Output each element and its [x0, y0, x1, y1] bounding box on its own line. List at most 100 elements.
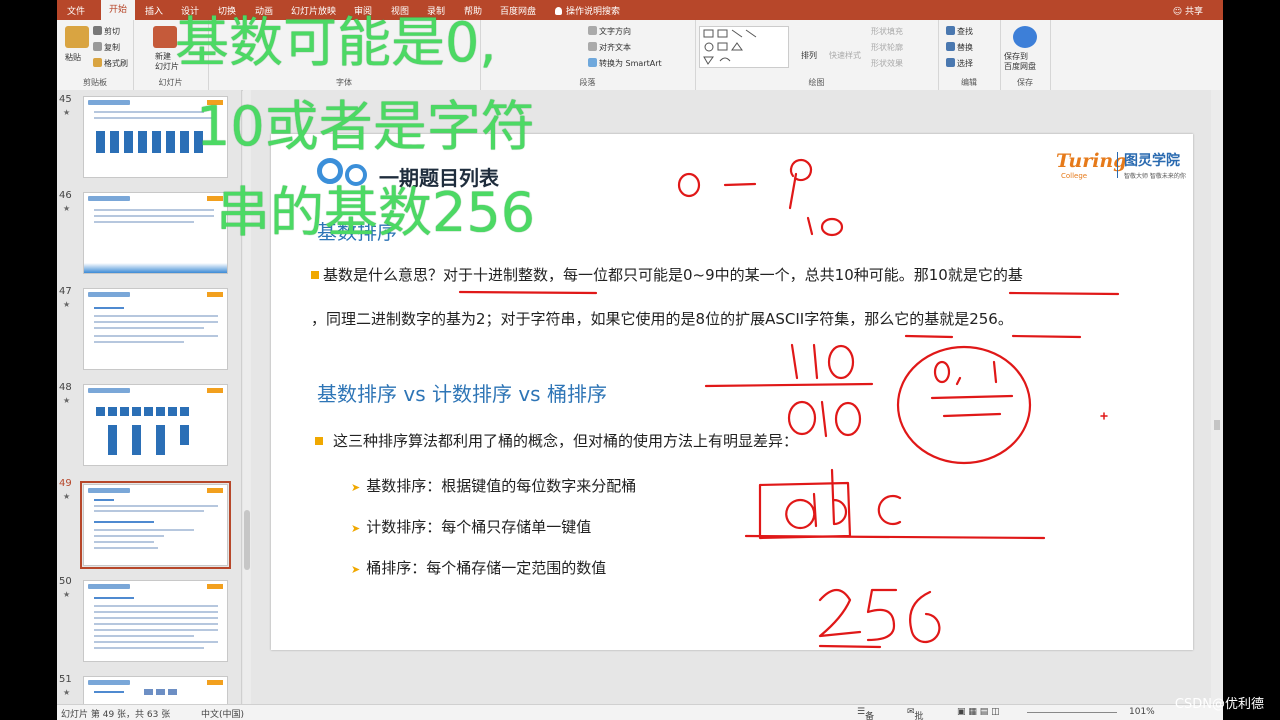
thumb-box — [144, 689, 153, 695]
para-text: 对于十进制整数，每一位都只可能是0~9中的某一个，总共10种可能。那10就是它的… — [443, 266, 1023, 284]
turing-logo-cn: 图灵学院 — [1124, 153, 1180, 169]
thumb-number: 51 — [59, 674, 72, 685]
thumb-line — [94, 315, 218, 317]
notes-button[interactable]: ☰ 备注 — [857, 707, 874, 720]
text-direction-label: 文字方向 — [599, 27, 631, 36]
save-group-label: 保存 — [1017, 78, 1033, 87]
quick-styles-button[interactable]: 快速样式 — [829, 50, 861, 61]
thumb-line — [94, 617, 218, 619]
share-button[interactable]: ☺ 共享 — [1173, 4, 1203, 17]
smartart-button[interactable]: 转换为 SmartArt — [588, 58, 662, 69]
paragraph-group: 文字方向 对齐文本 转换为 SmartArt 段落 — [480, 20, 696, 90]
thumb-line — [94, 535, 164, 537]
turing-logo-tagline: 智敬大师 智敬未来的你 — [1124, 173, 1186, 180]
thumb-line — [94, 597, 134, 599]
thumb-line — [94, 111, 204, 113]
shapes-icon — [703, 29, 757, 65]
select-button[interactable]: 选择 — [946, 58, 973, 69]
copy-button[interactable]: 复制 — [93, 42, 120, 53]
para-text: 这三种排序算法都利用了桶的概念，但对桶的使用方法上有明显差异： — [333, 432, 799, 450]
thumb-box — [108, 425, 117, 455]
slide-thumbnail-pane: 45 ★ 46 ★ 47 ★ 48 ★ 49 ★ 50 ★ 51 ★ — [57, 90, 242, 706]
thumb-box — [120, 407, 129, 416]
cut-button[interactable]: 剪切 — [93, 26, 120, 37]
thumb-box — [132, 425, 141, 455]
copy-icon — [93, 42, 102, 51]
smartart-label: 转换为 SmartArt — [599, 59, 662, 68]
slide-thumbnail-46[interactable] — [83, 192, 228, 274]
find-button[interactable]: 查找 — [946, 26, 973, 37]
logo-divider — [1117, 152, 1118, 178]
scroll-handle[interactable] — [1214, 420, 1220, 430]
thumb-line — [94, 221, 194, 223]
thumb-box — [152, 131, 161, 153]
lightbulb-icon — [555, 7, 562, 15]
drawing-group-label: 绘图 — [808, 78, 825, 87]
language-indicator[interactable]: 中文(中国) — [201, 707, 244, 720]
slide-thumbnail-50[interactable] — [83, 580, 228, 662]
tab-home[interactable]: 开始 — [101, 0, 136, 20]
thumb-line — [94, 635, 194, 637]
thumb-line — [94, 341, 184, 343]
star-icon: ★ — [63, 204, 71, 213]
thumb-line — [94, 209, 214, 211]
paste-icon[interactable] — [65, 26, 89, 48]
para-text: 基数是什么意思？ — [323, 266, 444, 284]
align-text-button[interactable]: 对齐文本 — [588, 42, 631, 53]
scroll-handle[interactable] — [244, 510, 250, 570]
slide-thumbnail-47[interactable] — [83, 288, 228, 370]
paste-button[interactable]: 粘贴 — [65, 52, 81, 63]
thumb-box — [156, 407, 165, 416]
editing-group-label: 编辑 — [961, 78, 977, 87]
scissors-icon — [93, 26, 102, 35]
thumb-box — [156, 689, 165, 695]
list-item: ➤ 基数排序：根据键值的每位数字来分配桶 — [351, 475, 636, 496]
save-baidu-button[interactable]: 保存到 百度网盘 — [1004, 52, 1036, 72]
thumb-line — [94, 529, 194, 531]
font-group-label: 字体 — [336, 78, 352, 87]
thumb-line — [94, 623, 218, 625]
thumb-title — [88, 100, 130, 105]
zoom-level[interactable]: 101% — [1129, 707, 1155, 717]
star-icon: ★ — [63, 492, 71, 501]
new-slide-icon[interactable] — [153, 26, 177, 48]
paragraph-radix-line2: ，同理二进制数字的基为2；对于字符串，如果它使用的是8位的扩展ASCII字符集，… — [311, 310, 1013, 328]
shape-effects-button[interactable]: 形状效果 — [871, 58, 903, 69]
thumb-line — [94, 641, 218, 643]
shapes-gallery[interactable] — [699, 26, 789, 68]
zoom-slider[interactable] — [1027, 712, 1117, 713]
csdn-watermark: CSDN@优利德 — [1174, 697, 1264, 712]
slide-thumbnail-49[interactable] — [80, 481, 231, 569]
slide-scrollbar[interactable] — [1211, 90, 1223, 704]
slide-thumbnail-48[interactable] — [83, 384, 228, 466]
baidu-cloud-icon[interactable] — [1013, 26, 1037, 48]
tab-insert[interactable]: 插入 — [145, 4, 163, 17]
star-icon: ★ — [63, 590, 71, 599]
bullet-square — [311, 271, 319, 279]
thumb-line — [94, 215, 214, 217]
shape-fill-button[interactable]: 形状填充 — [871, 26, 903, 37]
view-buttons[interactable]: ▣ ▦ ▤ ◫ — [957, 707, 1000, 717]
find-label: 查找 — [957, 27, 973, 36]
tab-baidu[interactable]: 百度网盘 — [500, 4, 536, 17]
notes-label: 备注 — [865, 712, 875, 720]
thumb-box — [124, 131, 133, 153]
slide-thumbnail-51[interactable] — [83, 676, 228, 706]
thumb-line — [94, 499, 114, 501]
comments-button[interactable]: ✉ 批注 — [907, 707, 924, 720]
list-item: ➤ 计数排序：每个桶只存储单一键值 — [351, 516, 591, 537]
list-item-text: 计数排序：每个桶只存储单一键值 — [366, 518, 592, 536]
list-item-text: 桶排序：每个桶存储一定范围的数值 — [366, 559, 607, 577]
thumb-number: 49 — [59, 478, 72, 489]
text-direction-button[interactable]: 文字方向 — [588, 26, 631, 37]
replace-label: 替换 — [957, 43, 973, 52]
save-group: 保存到 百度网盘 保存 — [1000, 20, 1051, 90]
slides-group-label: 幻灯片 — [158, 78, 183, 87]
arrange-button[interactable]: 排列 — [801, 50, 817, 61]
format-painter-button[interactable]: 格式刷 — [93, 58, 128, 69]
shape-outline-button[interactable]: 形状轮廓 — [871, 42, 903, 53]
replace-button[interactable]: 替换 — [946, 42, 973, 53]
tell-me-search[interactable]: 操作说明搜索 — [555, 4, 620, 17]
thumb-number: 47 — [59, 286, 72, 297]
tab-file[interactable]: 文件 — [67, 4, 85, 17]
